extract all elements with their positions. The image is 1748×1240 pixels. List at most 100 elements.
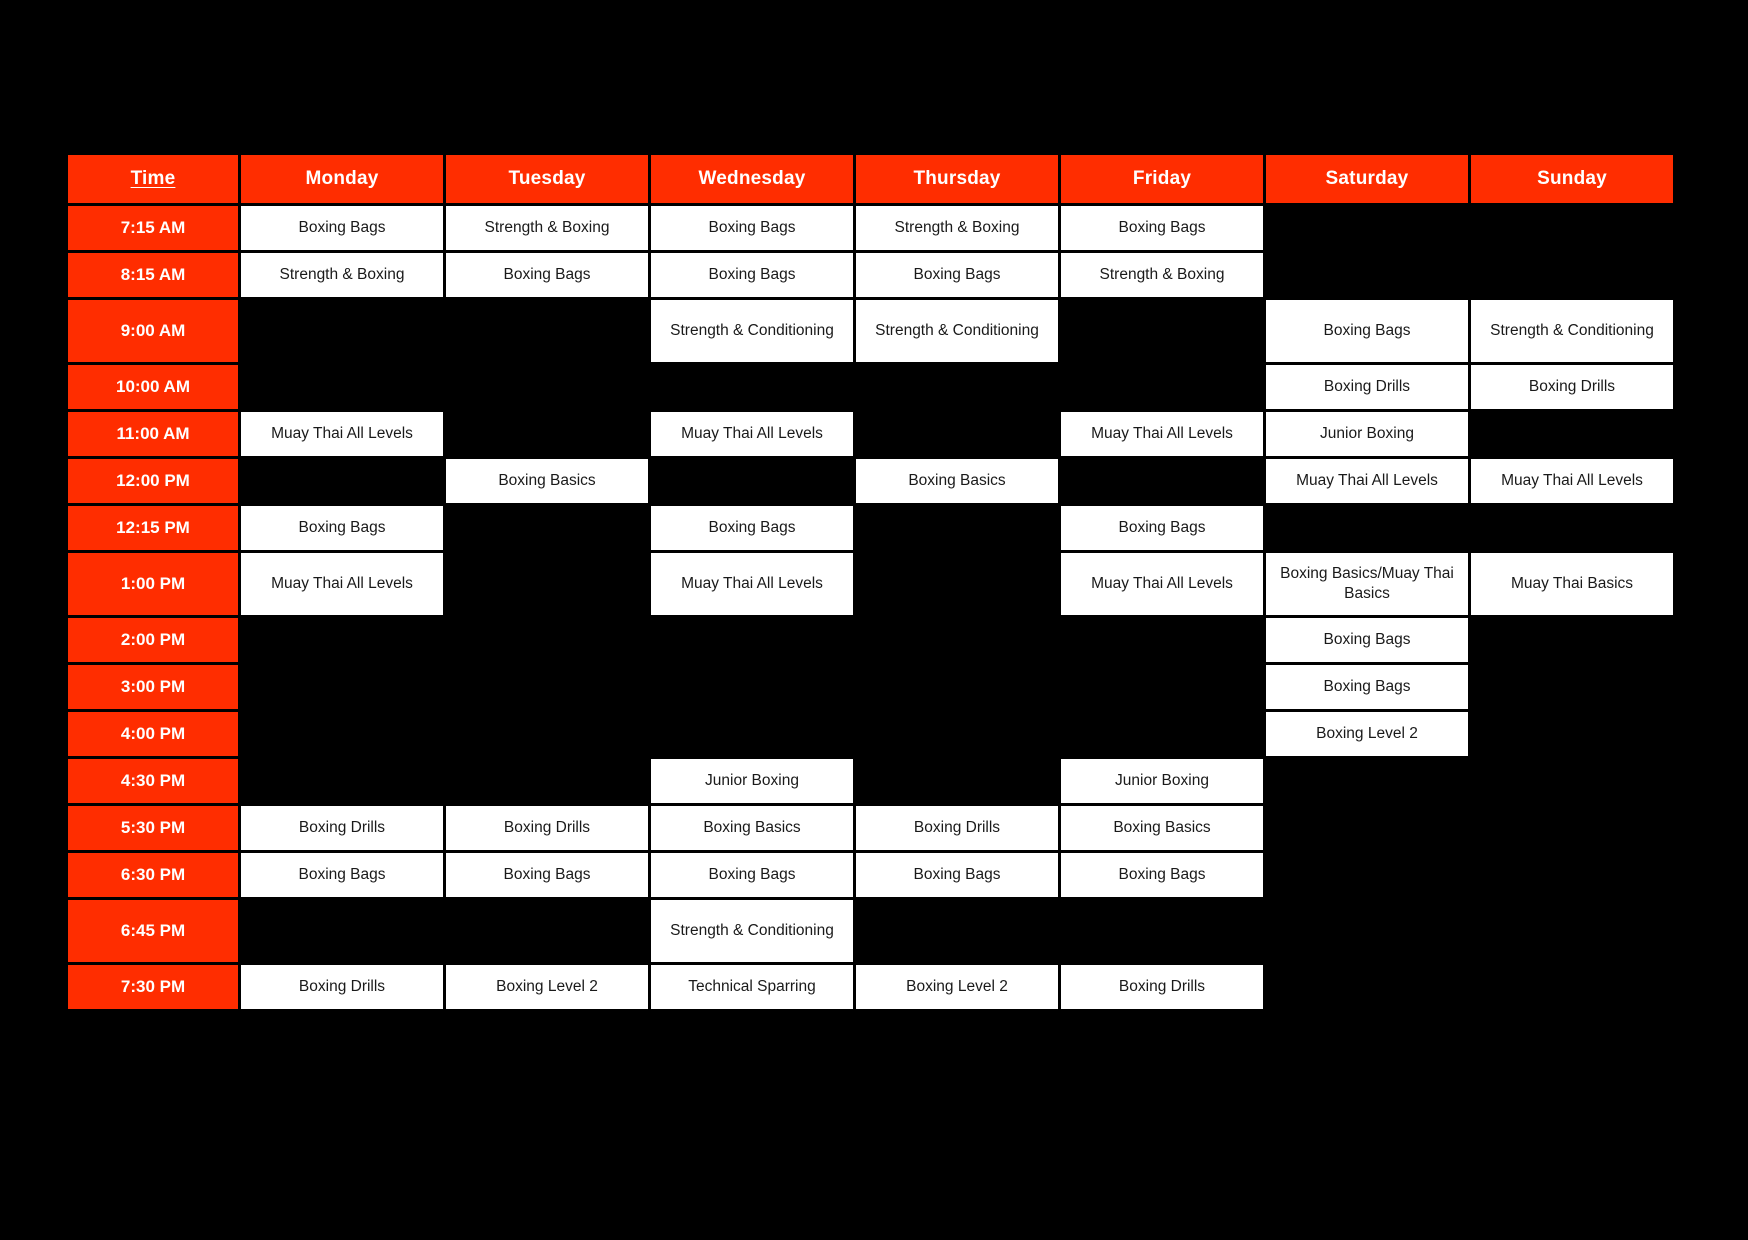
schedule-row: 6:30 PM Boxing Bags Boxing Bags Boxing Bags… <box>68 853 1673 897</box>
column-header-monday[interactable]: Monday <box>241 155 443 203</box>
time-slot-label: 7:30 PM <box>68 965 238 1009</box>
column-header-label: Wednesday <box>698 168 806 189</box>
schedule-row: 11:00 AM Muay Thai All Levels Muay Thai Al… <box>68 412 1673 456</box>
class-cell-friday[interactable]: Boxing Bags <box>1061 206 1263 250</box>
class-cell-monday[interactable]: Muay Thai All Levels <box>241 412 443 456</box>
column-header-friday[interactable]: Friday <box>1061 155 1263 203</box>
class-cell-friday[interactable]: Muay Thai All Levels <box>1061 553 1263 615</box>
empty-cell-saturday <box>1266 506 1468 550</box>
class-cell-wednesday[interactable]: Strength & Conditioning <box>651 900 853 962</box>
class-cell-monday[interactable]: Boxing Drills <box>241 965 443 1009</box>
empty-cell-saturday <box>1266 853 1468 897</box>
empty-cell-tuesday <box>446 506 648 550</box>
class-cell-saturday[interactable]: Boxing Bags <box>1266 665 1468 709</box>
class-cell-monday[interactable]: Boxing Bags <box>241 853 443 897</box>
time-slot-label: 12:15 PM <box>68 506 238 550</box>
class-cell-friday[interactable]: Strength & Boxing <box>1061 253 1263 297</box>
class-cell-wednesday[interactable]: Boxing Bags <box>651 253 853 297</box>
header-row: Time Monday Tuesday Wednesday Thursday Friday… <box>68 155 1673 203</box>
class-cell-friday[interactable]: Muay Thai All Levels <box>1061 412 1263 456</box>
class-cell-friday[interactable]: Boxing Basics <box>1061 806 1263 850</box>
class-cell-friday[interactable]: Boxing Bags <box>1061 853 1263 897</box>
class-cell-thursday[interactable]: Strength & Boxing <box>856 206 1058 250</box>
empty-cell-sunday <box>1471 759 1673 803</box>
column-header-time[interactable]: Time <box>68 155 238 203</box>
time-slot-label: 6:30 PM <box>68 853 238 897</box>
empty-cell-sunday <box>1471 665 1673 709</box>
empty-cell-sunday <box>1471 965 1673 1009</box>
class-cell-saturday[interactable]: Boxing Drills <box>1266 365 1468 409</box>
column-header-wednesday[interactable]: Wednesday <box>651 155 853 203</box>
class-cell-wednesday[interactable]: Boxing Bags <box>651 853 853 897</box>
table-body: 7:15 AM Boxing Bags Strength & Boxing Boxin… <box>68 206 1673 1009</box>
column-header-sunday[interactable]: Sunday <box>1471 155 1673 203</box>
column-header-tuesday[interactable]: Tuesday <box>446 155 648 203</box>
class-cell-monday[interactable]: Boxing Drills <box>241 806 443 850</box>
class-cell-tuesday[interactable]: Boxing Drills <box>446 806 648 850</box>
class-cell-thursday[interactable]: Boxing Drills <box>856 806 1058 850</box>
empty-cell-friday <box>1061 618 1263 662</box>
class-cell-monday[interactable]: Boxing Bags <box>241 506 443 550</box>
class-cell-sunday[interactable]: Muay Thai Basics <box>1471 553 1673 615</box>
class-cell-sunday[interactable]: Boxing Drills <box>1471 365 1673 409</box>
class-cell-monday[interactable]: Boxing Bags <box>241 206 443 250</box>
class-cell-friday[interactable]: Junior Boxing <box>1061 759 1263 803</box>
class-cell-sunday[interactable]: Muay Thai All Levels <box>1471 459 1673 503</box>
schedule-page: Time Monday Tuesday Wednesday Thursday Friday… <box>0 0 1748 1240</box>
class-cell-tuesday[interactable]: Boxing Bags <box>446 253 648 297</box>
class-cell-tuesday[interactable]: Strength & Boxing <box>446 206 648 250</box>
class-cell-tuesday[interactable]: Boxing Level 2 <box>446 965 648 1009</box>
time-slot-label: 8:15 AM <box>68 253 238 297</box>
time-slot-label: 3:00 PM <box>68 665 238 709</box>
class-cell-saturday[interactable]: Boxing Bags <box>1266 300 1468 362</box>
class-cell-saturday[interactable]: Boxing Basics/Muay Thai Basics <box>1266 553 1468 615</box>
empty-cell-saturday <box>1266 900 1468 962</box>
class-cell-thursday[interactable]: Boxing Bags <box>856 853 1058 897</box>
class-cell-tuesday[interactable]: Boxing Basics <box>446 459 648 503</box>
empty-cell-tuesday <box>446 553 648 615</box>
class-cell-monday[interactable]: Muay Thai All Levels <box>241 553 443 615</box>
class-cell-monday[interactable]: Strength & Boxing <box>241 253 443 297</box>
empty-cell-tuesday <box>446 412 648 456</box>
empty-cell-wednesday <box>651 712 853 756</box>
empty-cell-thursday <box>856 506 1058 550</box>
empty-cell-saturday <box>1266 759 1468 803</box>
class-cell-wednesday[interactable]: Muay Thai All Levels <box>651 412 853 456</box>
class-cell-saturday[interactable]: Boxing Level 2 <box>1266 712 1468 756</box>
schedule-row: 5:30 PM Boxing Drills Boxing Drills Boxing … <box>68 806 1673 850</box>
class-cell-tuesday[interactable]: Boxing Bags <box>446 853 648 897</box>
class-cell-saturday[interactable]: Junior Boxing <box>1266 412 1468 456</box>
class-cell-thursday[interactable]: Boxing Level 2 <box>856 965 1058 1009</box>
empty-cell-monday <box>241 365 443 409</box>
class-cell-wednesday[interactable]: Boxing Bags <box>651 206 853 250</box>
empty-cell-sunday <box>1471 712 1673 756</box>
empty-cell-saturday <box>1266 806 1468 850</box>
column-header-label: Friday <box>1132 168 1192 189</box>
schedule-row: 4:30 PM Junior Boxing Junior Boxing <box>68 759 1673 803</box>
empty-cell-thursday <box>856 759 1058 803</box>
column-header-saturday[interactable]: Saturday <box>1266 155 1468 203</box>
class-cell-saturday[interactable]: Muay Thai All Levels <box>1266 459 1468 503</box>
time-slot-label: 4:30 PM <box>68 759 238 803</box>
class-cell-wednesday[interactable]: Technical Sparring <box>651 965 853 1009</box>
class-cell-wednesday[interactable]: Boxing Basics <box>651 806 853 850</box>
empty-cell-tuesday <box>446 759 648 803</box>
class-cell-thursday[interactable]: Boxing Bags <box>856 253 1058 297</box>
class-cell-friday[interactable]: Boxing Drills <box>1061 965 1263 1009</box>
time-slot-label: 4:00 PM <box>68 712 238 756</box>
column-header-thursday[interactable]: Thursday <box>856 155 1058 203</box>
class-cell-saturday[interactable]: Boxing Bags <box>1266 618 1468 662</box>
class-cell-wednesday[interactable]: Boxing Bags <box>651 506 853 550</box>
class-cell-wednesday[interactable]: Junior Boxing <box>651 759 853 803</box>
schedule-row: 3:00 PM Boxing Bags <box>68 665 1673 709</box>
class-cell-sunday[interactable]: Strength & Conditioning <box>1471 300 1673 362</box>
empty-cell-thursday <box>856 553 1058 615</box>
class-cell-thursday[interactable]: Strength & Conditioning <box>856 300 1058 362</box>
empty-cell-sunday <box>1471 618 1673 662</box>
class-cell-wednesday[interactable]: Muay Thai All Levels <box>651 553 853 615</box>
empty-cell-tuesday <box>446 900 648 962</box>
empty-cell-sunday <box>1471 506 1673 550</box>
class-cell-friday[interactable]: Boxing Bags <box>1061 506 1263 550</box>
class-cell-thursday[interactable]: Boxing Basics <box>856 459 1058 503</box>
class-cell-wednesday[interactable]: Strength & Conditioning <box>651 300 853 362</box>
